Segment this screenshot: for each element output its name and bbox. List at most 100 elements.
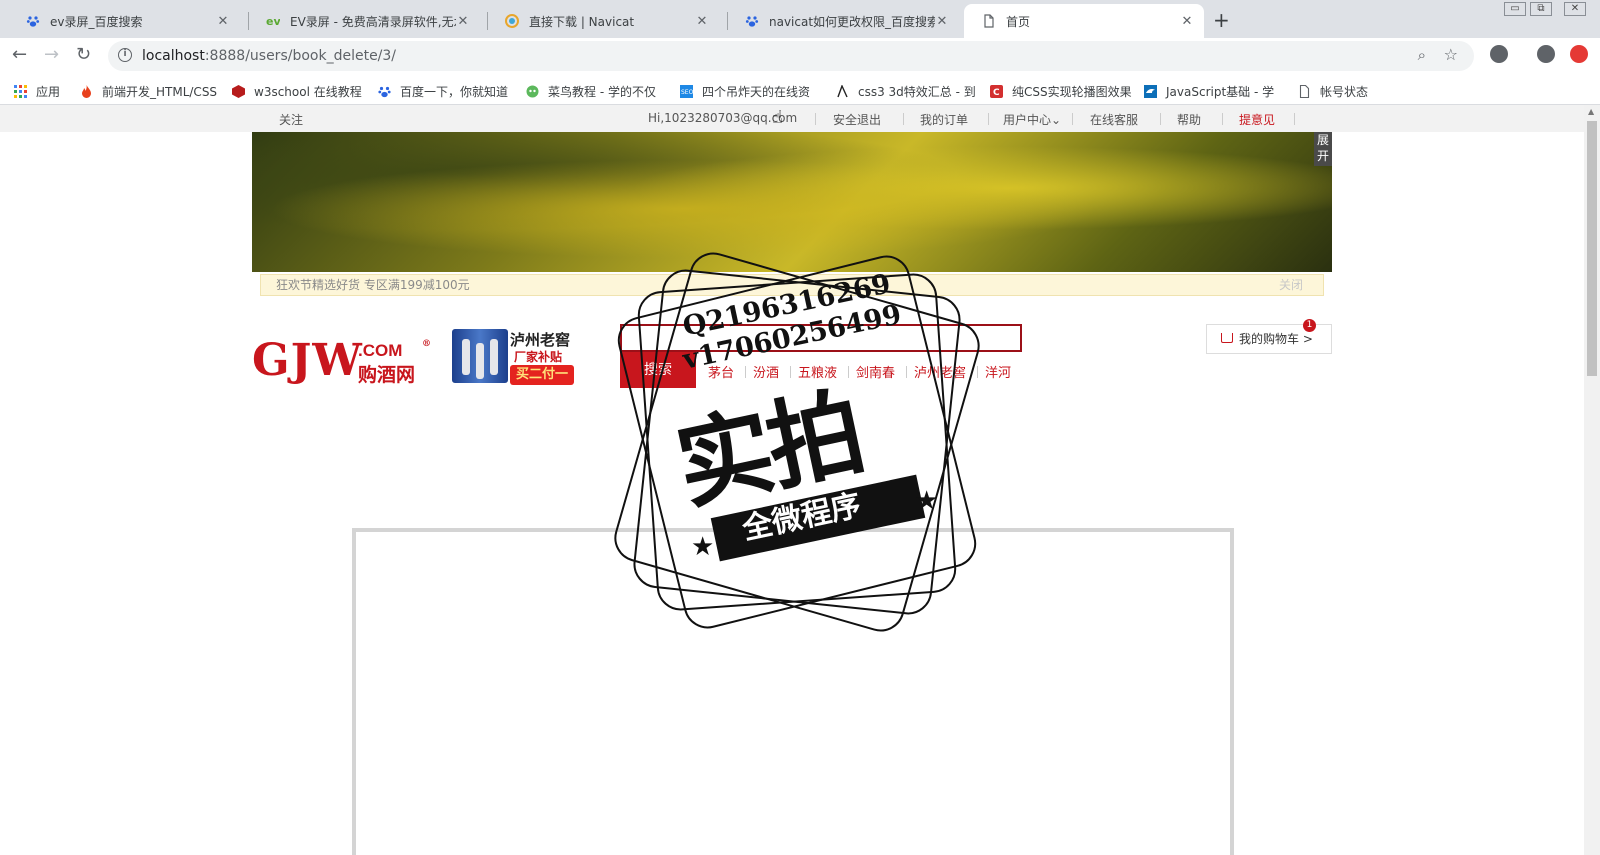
- url-host: localhost: [142, 48, 205, 64]
- site-top-nav: 关注 Hi,1023280703@qq.com 安全退出 我的订单 用户中心⌄ …: [0, 105, 1584, 132]
- shopping-cart-button[interactable]: 我的购物车 > 1: [1206, 319, 1332, 354]
- navicat-icon: [505, 14, 519, 28]
- tab-ev-baidu[interactable]: ev录屏_百度搜索 ✕: [8, 4, 240, 38]
- cart-icon: [1221, 333, 1233, 343]
- luzhou-ad[interactable]: 泸州老窖 厂家补贴 买二付一: [450, 327, 578, 387]
- logo-com: .COM: [358, 341, 403, 360]
- hot-keyword[interactable]: 洋河: [985, 362, 1011, 381]
- hot-keyword[interactable]: 剑南春: [856, 362, 895, 381]
- hot-keyword[interactable]: 五粮液: [798, 362, 837, 381]
- bookmark-account-status[interactable]: 帐号状态: [1298, 83, 1368, 100]
- scroll-up-icon[interactable]: ▲: [1588, 107, 1594, 116]
- nav-divider: [815, 113, 816, 125]
- banner-image[interactable]: 展开: [252, 132, 1332, 272]
- tab-navicat[interactable]: 直接下载 | Navicat ✕: [487, 4, 719, 38]
- bookmark-label: 百度一下，你就知道: [400, 85, 509, 99]
- search-button[interactable]: 搜索: [620, 352, 696, 388]
- logo-main: GJW: [252, 335, 363, 386]
- new-tab-button[interactable]: +: [1213, 8, 1230, 32]
- bookmark-label: JavaScript基础 - 学: [1166, 85, 1275, 99]
- tab-title: 首页: [1006, 14, 1031, 29]
- nav-divider: [1072, 113, 1073, 125]
- keyword-divider: [977, 366, 978, 378]
- baidu-paw-icon: [26, 16, 40, 27]
- zoom-icon[interactable]: ⌕: [1418, 46, 1426, 64]
- bookmark-javascript[interactable]: JavaScript基础 - 学: [1144, 83, 1274, 100]
- bookmark-seo[interactable]: SEO 四个吊炸天的在线资: [680, 83, 810, 100]
- bookmark-label: css3 3d特效汇总 - 到: [858, 85, 976, 99]
- promo-close-button[interactable]: 关闭: [1279, 275, 1303, 295]
- reload-button[interactable]: ↻: [76, 44, 91, 65]
- logout-link[interactable]: 安全退出: [833, 111, 881, 128]
- close-icon[interactable]: ✕: [935, 14, 949, 29]
- tab-title: navicat如何更改权限_百度搜索: [769, 14, 935, 29]
- baidu-paw-icon: [745, 16, 759, 27]
- promo-bar: 狂欢节精选好货 专区满199减100元 关闭: [260, 274, 1324, 296]
- forward-button[interactable]: →: [44, 44, 59, 65]
- scrollbar-thumb[interactable]: [1587, 121, 1597, 376]
- minimize-button[interactable]: ▭: [1504, 2, 1526, 16]
- bird-icon: [1144, 85, 1157, 98]
- nav-divider: [903, 113, 904, 125]
- bookmark-css-carousel[interactable]: C 纯CSS实现轮播图效果: [990, 83, 1132, 100]
- close-icon[interactable]: ✕: [216, 14, 230, 29]
- user-center-menu[interactable]: 用户中心⌄: [1003, 111, 1061, 128]
- follow-link[interactable]: 关注: [279, 111, 303, 128]
- close-icon[interactable]: ✕: [456, 14, 470, 29]
- my-orders-link[interactable]: 我的订单: [920, 111, 968, 128]
- ad-brand: 泸州老窖: [510, 331, 571, 349]
- online-service-link[interactable]: 在线客服: [1090, 111, 1138, 128]
- tab-home-active[interactable]: 首页 ✕: [964, 4, 1204, 38]
- keyword-divider: [848, 366, 849, 378]
- bookmark-star-icon[interactable]: ☆: [1444, 45, 1458, 64]
- hot-keyword[interactable]: 泸州老窖: [914, 362, 966, 381]
- banner-expand-button[interactable]: 展开: [1314, 132, 1332, 166]
- bookmark-w3school[interactable]: w3school 在线教程: [232, 83, 362, 100]
- window-close-button[interactable]: ✕: [1564, 2, 1586, 16]
- close-icon[interactable]: ✕: [1180, 14, 1194, 29]
- baidu-paw-icon: [378, 86, 391, 98]
- promo-text[interactable]: 狂欢节精选好货 专区满199减100元: [276, 275, 470, 295]
- runoob-icon: [526, 85, 539, 98]
- search-input[interactable]: [620, 324, 1022, 352]
- nav-divider: [1160, 113, 1161, 125]
- restore-button[interactable]: ⧉: [1530, 2, 1552, 16]
- nav-divider: [988, 113, 989, 125]
- bookmark-runoob[interactable]: 菜鸟教程 - 学的不仅: [526, 83, 656, 100]
- profile-avatar-icon[interactable]: [1537, 45, 1555, 63]
- site-info-icon[interactable]: i: [118, 48, 132, 62]
- page-scrollbar[interactable]: ▲: [1584, 105, 1600, 855]
- svg-text:ev: ev: [266, 15, 280, 28]
- bookmark-baidu[interactable]: 百度一下，你就知道: [378, 83, 508, 100]
- bookmark-apps[interactable]: 应用: [14, 83, 60, 100]
- ev-logo-icon: ev: [266, 15, 280, 28]
- tab-ev-site[interactable]: ev EV录屏 - 免费高清录屏软件,无水 ✕: [248, 4, 480, 38]
- hand-cursor-icon: ☝: [772, 107, 783, 128]
- svg-text:C: C: [993, 88, 1000, 98]
- logo-chinese: 购酒网: [358, 364, 416, 386]
- hot-keyword[interactable]: 汾酒: [753, 362, 779, 381]
- back-button[interactable]: ←: [12, 44, 27, 65]
- svg-text:SEO: SEO: [681, 89, 693, 96]
- bookmark-label: 帐号状态: [1320, 85, 1369, 99]
- help-link[interactable]: 帮助: [1177, 111, 1201, 128]
- bookmark-css3[interactable]: css3 3d特效汇总 - 到: [836, 83, 976, 100]
- site-logo[interactable]: GJW .COM ® 购酒网: [252, 335, 431, 386]
- logo-registered-mark: ®: [422, 339, 431, 349]
- address-bar[interactable]: i localhost:8888/users/book_delete/3/ ⌕ …: [108, 41, 1474, 71]
- tab-title: EV录屏 - 免费高清录屏软件,无水: [290, 14, 456, 29]
- url-text[interactable]: localhost:8888/users/book_delete/3/: [142, 48, 396, 64]
- keyword-divider: [790, 366, 791, 378]
- feedback-link[interactable]: 提意见: [1239, 111, 1275, 128]
- cart-label: 我的购物车 >: [1239, 332, 1313, 346]
- extension-w-icon[interactable]: [1490, 45, 1508, 63]
- bookmark-label: 应用: [36, 85, 61, 99]
- bookmark-frontend[interactable]: 前端开发_HTML/CSS: [80, 83, 217, 100]
- close-icon[interactable]: ✕: [695, 14, 709, 29]
- ad-offer-badge: 买二付一: [510, 365, 574, 385]
- tab-navicat-baidu[interactable]: navicat如何更改权限_百度搜索 ✕: [727, 4, 959, 38]
- fire-icon: [82, 85, 91, 98]
- hot-keyword[interactable]: 茅台: [708, 362, 734, 381]
- update-icon[interactable]: [1570, 45, 1588, 63]
- page-icon: [984, 14, 994, 28]
